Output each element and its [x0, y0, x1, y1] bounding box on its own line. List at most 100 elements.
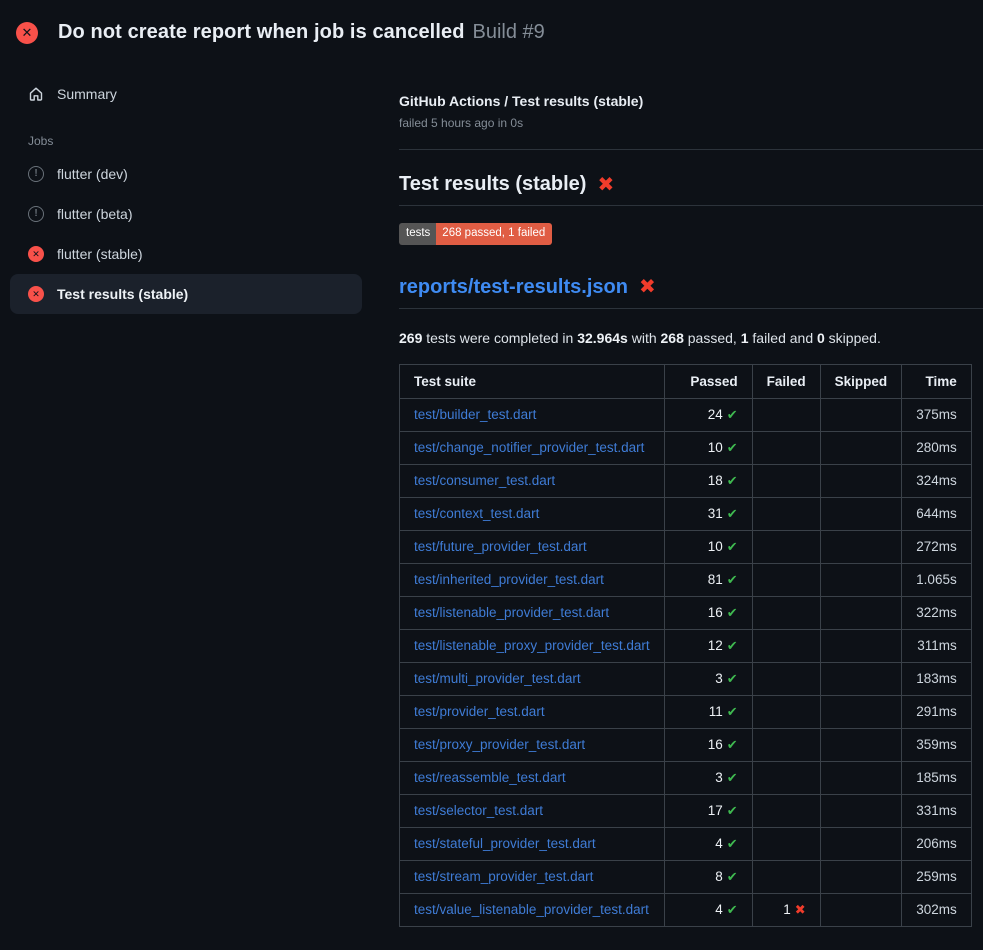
skipped-cell — [820, 530, 902, 563]
table-row: test/stateful_provider_test.dart4✔206ms — [400, 827, 972, 860]
x-circle-icon: ✕ — [28, 286, 44, 302]
sidebar-job-item[interactable]: ✕Test results (stable) — [10, 274, 362, 314]
job-label: flutter (dev) — [57, 166, 128, 182]
badge-value: 268 passed, 1 failed — [436, 223, 552, 245]
passed-count: 10 — [708, 440, 723, 455]
skipped-cell — [820, 662, 902, 695]
table-row: test/selector_test.dart17✔331ms — [400, 794, 972, 827]
check-icon: ✔ — [727, 770, 738, 785]
test-suite-link[interactable]: test/future_provider_test.dart — [414, 539, 587, 554]
test-suite-link[interactable]: test/stateful_provider_test.dart — [414, 836, 596, 851]
failed-cell — [752, 827, 820, 860]
check-icon: ✔ — [727, 572, 738, 587]
passed-cell: 18✔ — [664, 464, 752, 497]
passed-count: 3 — [715, 671, 723, 686]
skipped-cell — [820, 497, 902, 530]
time-cell: 185ms — [902, 761, 972, 794]
failed-cell — [752, 431, 820, 464]
cancelled-icon: ! — [28, 206, 44, 222]
failed-cell — [752, 563, 820, 596]
table-row: test/reassemble_test.dart 3 ✔ 185ms — [400, 761, 972, 794]
skipped-cell — [820, 893, 902, 926]
breadcrumb: GitHub Actions / Test results (stable) — [399, 93, 983, 109]
time-cell: 311ms — [902, 629, 972, 662]
time-cell: 322ms — [902, 596, 972, 629]
passed-cell: 4✔ — [664, 827, 752, 860]
time-cell: 1.065s — [902, 563, 972, 596]
failed-cell — [752, 761, 820, 794]
home-icon — [28, 86, 44, 102]
table-row: test/listenable_proxy_provider_test.dart… — [400, 629, 972, 662]
passed-count: 24 — [708, 407, 723, 422]
sidebar: Summary Jobs !flutter (dev)!flutter (bet… — [0, 56, 370, 314]
table-row: test/context_test.dart31✔644ms — [400, 497, 972, 530]
table-row: test/stream_provider_test.dart8✔259ms — [400, 860, 972, 893]
report-title: reports/test-results.json ✖ — [399, 276, 983, 309]
table-row: test/consumer_test.dart18✔324ms — [400, 464, 972, 497]
skipped-cell — [820, 695, 902, 728]
skipped-cell — [820, 629, 902, 662]
skipped-cell — [820, 563, 902, 596]
failed-cell — [752, 662, 820, 695]
table-row: test/future_provider_test.dart 10 ✔ 272ms — [400, 530, 972, 563]
test-suite-link[interactable]: test/provider_test.dart — [414, 704, 545, 719]
test-suite-link[interactable]: test/value_listenable_provider_test.dart — [414, 902, 649, 917]
test-suite-link[interactable]: test/context_test.dart — [414, 506, 539, 521]
job-label: flutter (beta) — [57, 206, 132, 222]
column-header: Passed — [664, 364, 752, 398]
summary-segment: skipped. — [825, 330, 881, 346]
failed-cell — [752, 596, 820, 629]
passed-cell: 10 ✔ — [664, 530, 752, 563]
summary-segment: with — [628, 330, 661, 346]
test-suite-link[interactable]: test/change_notifier_provider_test.dart — [414, 440, 644, 455]
skipped-cell — [820, 728, 902, 761]
tests-badge[interactable]: tests 268 passed, 1 failed — [399, 223, 552, 245]
sidebar-job-item[interactable]: !flutter (dev) — [10, 154, 362, 194]
test-suite-link[interactable]: test/listenable_proxy_provider_test.dart — [414, 638, 650, 653]
passed-count: 18 — [708, 473, 723, 488]
main-panel: GitHub Actions / Test results (stable) f… — [370, 56, 983, 927]
test-suite-link[interactable]: test/multi_provider_test.dart — [414, 671, 581, 686]
table-row: test/listenable_provider_test.dart16✔322… — [400, 596, 972, 629]
test-suite-link[interactable]: test/consumer_test.dart — [414, 473, 555, 488]
sidebar-item-summary[interactable]: Summary — [10, 78, 362, 110]
skipped-cell — [820, 398, 902, 431]
test-suite-link[interactable]: test/reassemble_test.dart — [414, 770, 566, 785]
check-icon: ✔ — [727, 539, 738, 554]
test-suite-link[interactable]: test/listenable_provider_test.dart — [414, 605, 609, 620]
report-file-link[interactable]: reports/test-results.json — [399, 276, 628, 299]
check-icon: ✔ — [727, 704, 738, 719]
passed-count: 10 — [708, 539, 723, 554]
test-suite-link[interactable]: test/inherited_provider_test.dart — [414, 572, 604, 587]
table-header-row: Test suitePassedFailedSkippedTime — [400, 364, 972, 398]
sidebar-job-item[interactable]: ! flutter (beta) — [10, 194, 362, 234]
passed-count: 3 — [715, 770, 723, 785]
failed-cell — [752, 497, 820, 530]
test-suite-link[interactable]: test/builder_test.dart — [414, 407, 536, 422]
passed-count: 31 — [708, 506, 723, 521]
time-cell: 272ms — [902, 530, 972, 563]
failed-status-icon: ✕ — [16, 22, 38, 44]
time-cell: 302ms — [902, 893, 972, 926]
failed-count: 1 — [783, 902, 791, 917]
section-title: Test results (stable) ✖ — [399, 173, 983, 206]
sidebar-job-item[interactable]: ✕flutter (stable) — [10, 234, 362, 274]
passed-count: 4 — [715, 836, 723, 851]
summary-segment: 32.964s — [577, 330, 628, 346]
sidebar-summary-label: Summary — [57, 86, 117, 102]
test-suite-link[interactable]: test/proxy_provider_test.dart — [414, 737, 585, 752]
run-meta: failed 5 hours ago in 0s — [399, 116, 983, 150]
failed-cell — [752, 464, 820, 497]
passed-count: 81 — [708, 572, 723, 587]
passed-cell: 16✔ — [664, 728, 752, 761]
test-suite-link[interactable]: test/stream_provider_test.dart — [414, 869, 593, 884]
skipped-cell — [820, 596, 902, 629]
check-icon: ✔ — [727, 605, 738, 620]
skipped-cell — [820, 431, 902, 464]
badge-label: tests — [399, 223, 436, 245]
jobs-list: !flutter (dev)! flutter (beta) ✕flutter (s… — [10, 154, 362, 314]
test-suite-link[interactable]: test/selector_test.dart — [414, 803, 543, 818]
check-icon: ✔ — [727, 803, 738, 818]
check-icon: ✔ — [727, 506, 738, 521]
failed-cell — [752, 728, 820, 761]
